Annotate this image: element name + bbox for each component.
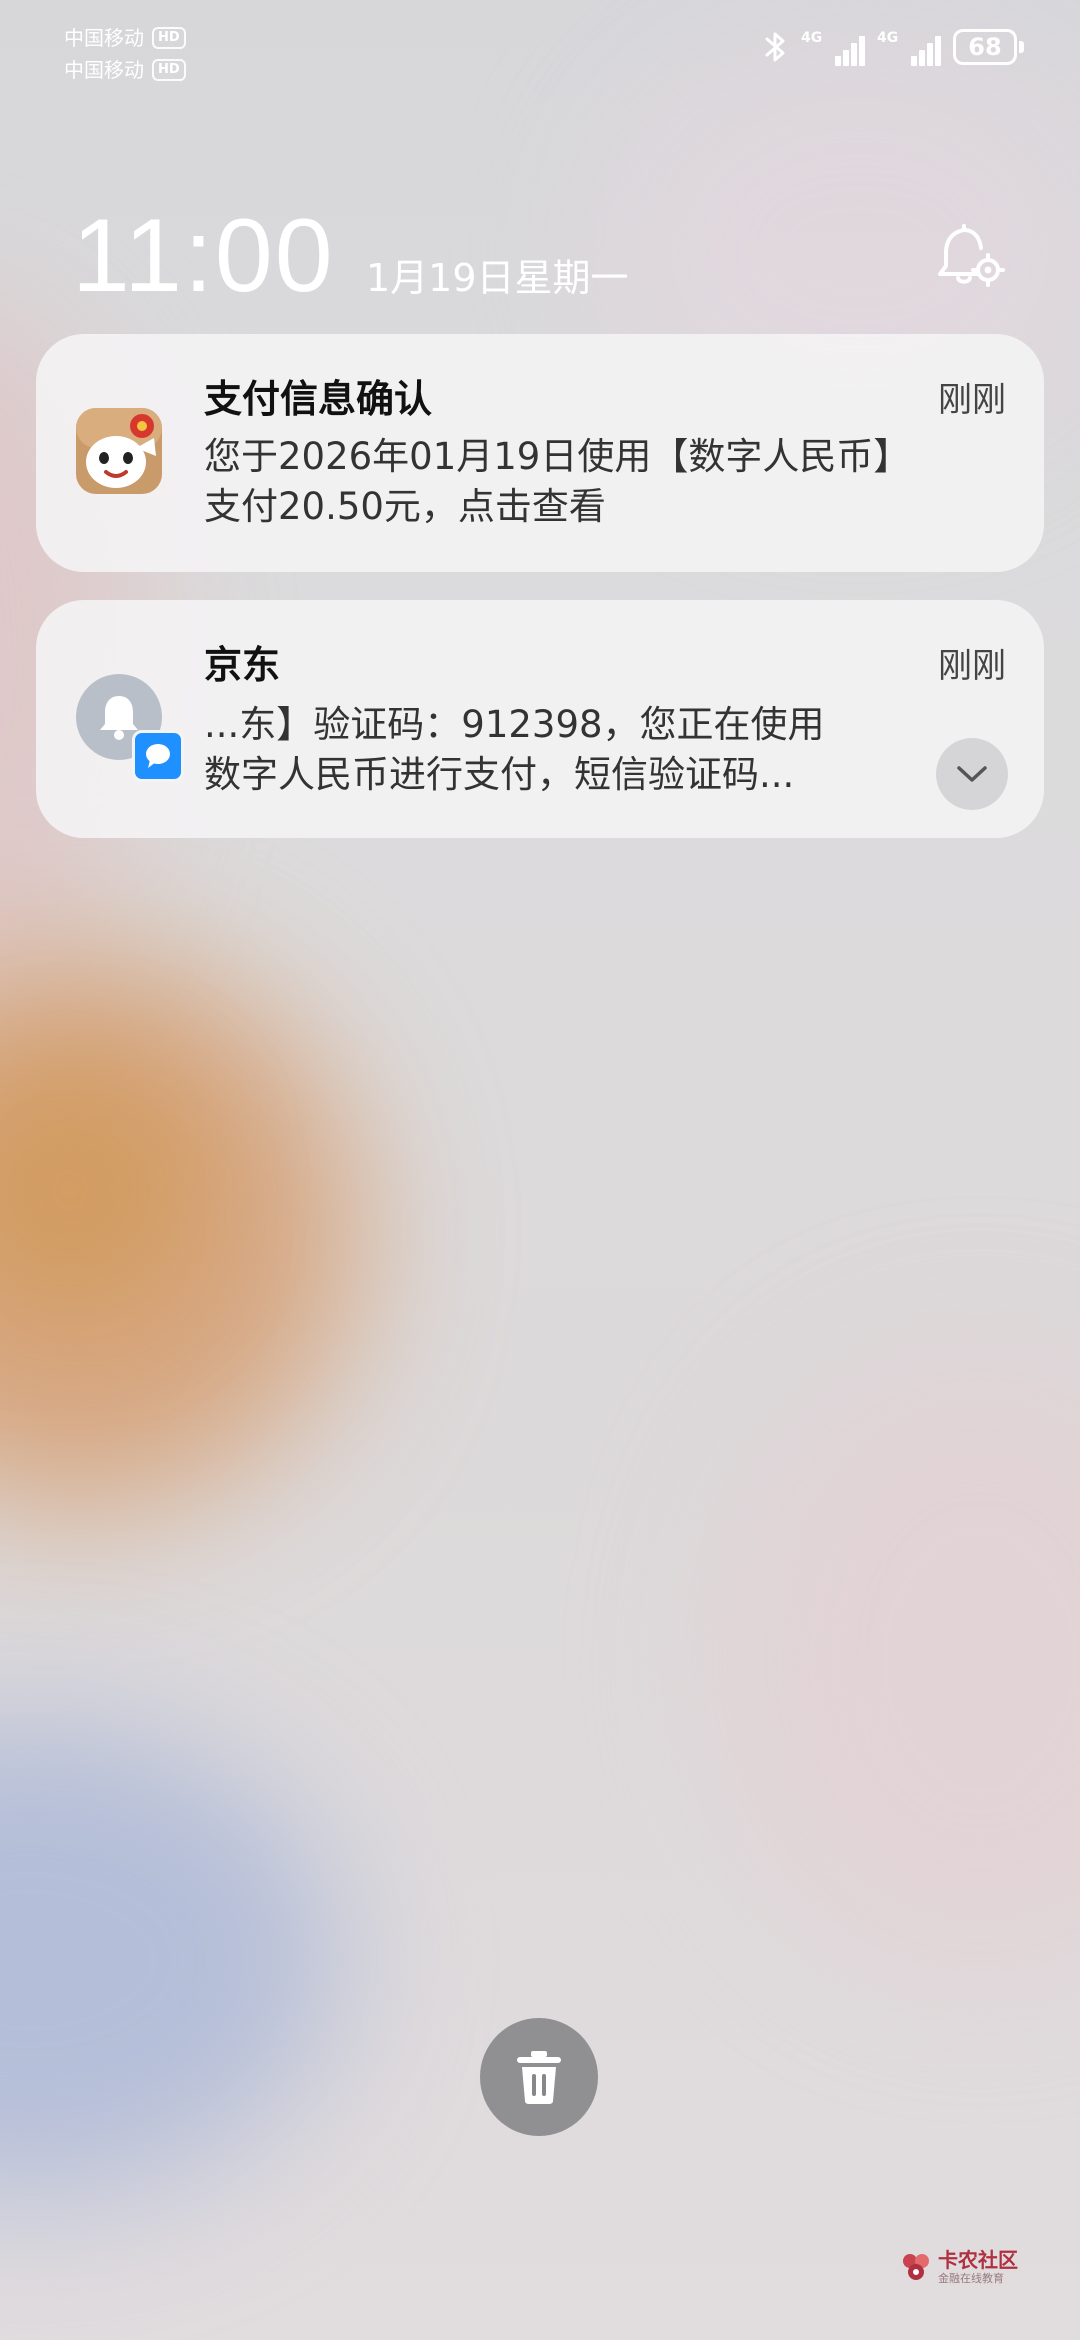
notification-title: 支付信息确认 [204, 377, 433, 421]
network-type: 4G [801, 30, 823, 46]
signal-icon: 4G [877, 28, 941, 66]
carrier-name: 中国移动 [64, 26, 144, 50]
notification-card[interactable]: 支付信息确认 刚刚 您于2026年01月19日使用【数字人民币】 支付20.50… [36, 334, 1044, 572]
notification-time: 刚刚 [938, 646, 1006, 686]
lockscreen-time: 11:00 [72, 198, 335, 314]
notification-settings-icon[interactable] [934, 220, 1006, 292]
expand-button[interactable] [936, 738, 1008, 810]
battery-icon: 68 [953, 29, 1024, 65]
notification-body-line: 数字人民币进行支付，短信验证码... [204, 753, 795, 796]
carrier-info: 中国移动 HD 中国移动 HD [64, 22, 186, 86]
kanong-logo-icon [903, 2254, 929, 2280]
notification-title: 京东 [204, 643, 281, 687]
notification-body-line: 您于2026年01月19日使用【数字人民币】 [204, 435, 911, 478]
watermark-subtitle: 金融在线教育 [938, 2272, 1004, 2285]
notification-body-line: ...东】验证码：912398，您正在使用 [204, 703, 825, 746]
jd-mascot-icon [76, 408, 162, 494]
notification-body: 您于2026年01月19日使用【数字人民币】 支付20.50元，点击查看 [204, 432, 984, 532]
carrier-row-2: 中国移动 HD [64, 54, 186, 86]
notification-body: ...东】验证码：912398，您正在使用 数字人民币进行支付，短信验证码... [204, 700, 894, 800]
chevron-down-icon [957, 766, 987, 782]
hd-badge: HD [152, 59, 186, 81]
watermark: 卡农社区 金融在线教育 [900, 2250, 1018, 2284]
network-type: 4G [877, 30, 899, 46]
notification-time: 刚刚 [938, 380, 1006, 420]
signal-icon: 4G [801, 28, 865, 66]
hd-badge: HD [152, 27, 186, 49]
carrier-row-1: 中国移动 HD [64, 22, 186, 54]
clear-notifications-button[interactable] [480, 2018, 598, 2136]
carrier-name: 中国移动 [64, 58, 144, 82]
status-icons: 4G 4G 68 [763, 28, 1024, 66]
watermark-title: 卡农社区 [938, 2248, 1018, 2272]
lockscreen-date: 1月19日星期一 [366, 256, 629, 300]
trash-icon [517, 2051, 561, 2104]
message-icon [132, 730, 184, 782]
battery-level: 68 [953, 29, 1017, 65]
notification-body-line: 支付20.50元，点击查看 [204, 485, 606, 528]
bluetooth-icon [765, 32, 785, 62]
notification-card[interactable]: 京东 刚刚 ...东】验证码：912398，您正在使用 数字人民币进行支付，短信… [36, 600, 1044, 838]
